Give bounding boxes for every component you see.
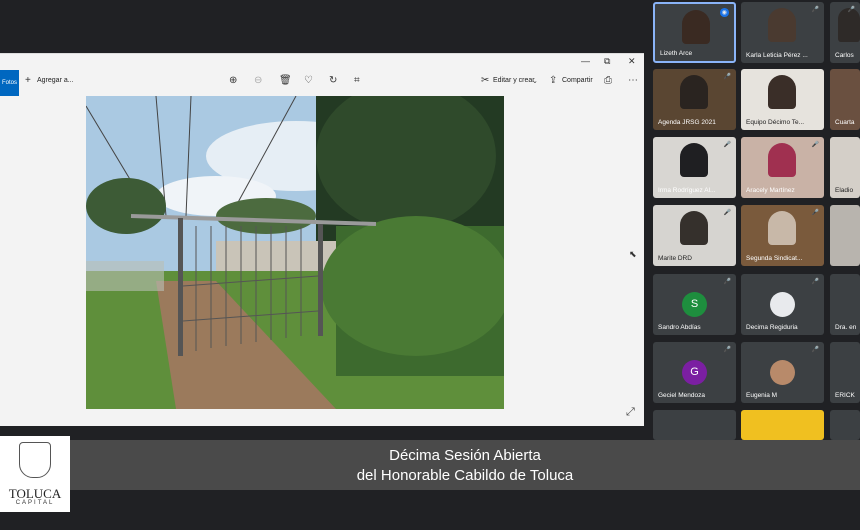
speaking-icon: ◉ [719,8,729,17]
avatar [770,292,795,317]
minimize-button[interactable]: — [581,56,590,66]
participant-tile[interactable]: ◉ Lizeth Arce [653,2,736,63]
participant-video [680,143,708,177]
mic-off-icon: 🎤 [723,279,731,285]
participant-tile[interactable]: 🎤 Marite DRD [653,205,736,266]
participant-tile[interactable]: 🎤 Decima Regiduria [741,274,824,335]
banner-line-2: del Honorable Cabildo de Toluca [356,467,574,484]
add-to-button[interactable]: Agregar a... [37,77,74,84]
participant-name: Karla Leticia Pérez ... [746,52,808,59]
participant-tile[interactable]: Eladio [830,137,860,198]
participant-tile[interactable] [830,410,860,440]
mic-off-icon: 🎤 [811,279,819,285]
avatar: S [682,292,707,317]
participant-tile[interactable] [741,410,824,440]
share-button[interactable]: Compartir [562,77,593,84]
add-icon: + [25,75,31,86]
participant-tile[interactable]: 🎤 Segunda Sindicat... [741,205,824,266]
participant-video [680,211,708,245]
mic-off-icon: 🎤 [723,74,731,80]
participant-name: Segunda Sindicat... [746,255,803,262]
photo-viewer-window: — ⧉ ✕ Fotos + Agregar a... ⊕ ⊖ 🗑 ♡ ↻ ⌗ ✂… [0,53,644,426]
banner-line-1: Décima Sesión Abierta [389,447,541,464]
participant-tile[interactable]: 🎤 Carlos [830,2,860,63]
participant-tile[interactable] [653,410,736,440]
participant-name: Eladio [835,187,854,194]
participant-name: Cuarta [835,119,855,126]
participant-grid: ◉ Lizeth Arce 🎤 Karla Leticia Pérez ... … [651,0,860,440]
participant-tile[interactable]: 🎤 Agenda JRSG 2021 [653,69,736,130]
mic-off-icon: 🎤 [723,142,731,148]
participant-name: Agenda JRSG 2021 [658,119,716,126]
participant-name: Marite DRD [658,255,692,262]
participant-name: Lizeth Arce [660,50,693,57]
participant-name: Equipo Décimo Te... [746,119,805,126]
rotate-icon[interactable]: ↻ [329,75,337,86]
favorite-icon[interactable]: ♡ [304,75,313,86]
share-icon: ⇪ [549,75,558,86]
edit-icon: ✂ [481,75,490,86]
crest-icon [19,442,51,478]
participant-tile[interactable]: 🎤 Karla Leticia Pérez ... [741,2,824,63]
more-icon[interactable]: ⋯ [628,75,638,86]
participant-tile[interactable]: ERICK [830,342,860,403]
participant-name: Eugenia M [746,392,778,399]
close-button[interactable]: ✕ [628,56,636,67]
participant-tile[interactable]: 🎤 Eugenia M [741,342,824,403]
edit-create-button[interactable]: Editar y crear [493,77,535,84]
displayed-photo [86,96,504,409]
mic-off-icon: 🎤 [811,210,819,216]
maximize-button[interactable]: ⧉ [604,56,610,67]
participant-tile[interactable]: 🎤 Irma Rodríguez Al... [653,137,736,198]
toolbar: Fotos + Agregar a... ⊕ ⊖ 🗑 ♡ ↻ ⌗ ✂ Edita… [0,70,644,96]
participant-name: Aracely Martínez [746,187,795,194]
participant-video [768,8,796,42]
participant-name: Dra. en [835,324,857,331]
avatar-initial: S [690,298,699,310]
participant-video [838,8,860,42]
participant-tile[interactable]: G 🎤 Geciel Mendoza [653,342,736,403]
participant-name: Geciel Mendoza [658,392,705,399]
session-banner: Décima Sesión Abierta del Honorable Cabi… [70,440,860,490]
mic-off-icon: 🎤 [811,7,819,13]
mouse-cursor-icon: ⬉ [629,249,637,259]
delete-icon[interactable]: 🗑 [279,75,292,86]
participant-video [768,211,796,245]
fotos-label: Fotos [1,80,17,86]
mic-off-icon: 🎤 [847,7,855,13]
avatar [770,360,795,385]
participant-tile[interactable]: 🎤 Aracely Martínez [741,137,824,198]
mic-off-icon: 🎤 [811,347,819,353]
participant-name: Carlos [835,52,854,59]
crop-icon[interactable]: ⌗ [354,75,360,86]
participant-name: Decima Regiduria [746,324,798,331]
fullscreen-icon[interactable]: ⤢ [626,406,635,419]
fotos-tab[interactable]: Fotos [0,70,19,96]
chevron-down-icon[interactable]: ⌄ [532,77,538,85]
toluca-logo: TOLUCA CAPITAL [0,436,70,512]
participant-tile[interactable]: Cuarta [830,69,860,130]
participant-name: ERICK [835,392,855,399]
participant-name: Irma Rodríguez Al... [658,187,716,194]
title-bar: — ⧉ ✕ [0,54,644,70]
print-icon[interactable]: ⎙ [604,75,612,86]
participant-name: Sandro Abdías [658,324,701,331]
mic-off-icon: 🎤 [723,347,731,353]
zoom-out-icon[interactable]: ⊖ [254,75,262,86]
mic-off-icon: 🎤 [723,210,731,216]
zoom-in-icon[interactable]: ⊕ [229,75,237,86]
participant-tile[interactable]: Equipo Décimo Te... [741,69,824,130]
participant-video [768,143,796,177]
participant-video [682,10,710,44]
participant-tile[interactable]: S 🎤 Sandro Abdías [653,274,736,335]
avatar-initial: G [690,366,699,378]
participant-video [680,75,708,109]
participant-tile[interactable]: Dra. en [830,274,860,335]
mic-off-icon: 🎤 [811,142,819,148]
participant-video [768,75,796,109]
avatar: G [682,360,707,385]
participant-tile[interactable] [830,205,860,266]
logo-subtitle: CAPITAL [15,500,55,506]
